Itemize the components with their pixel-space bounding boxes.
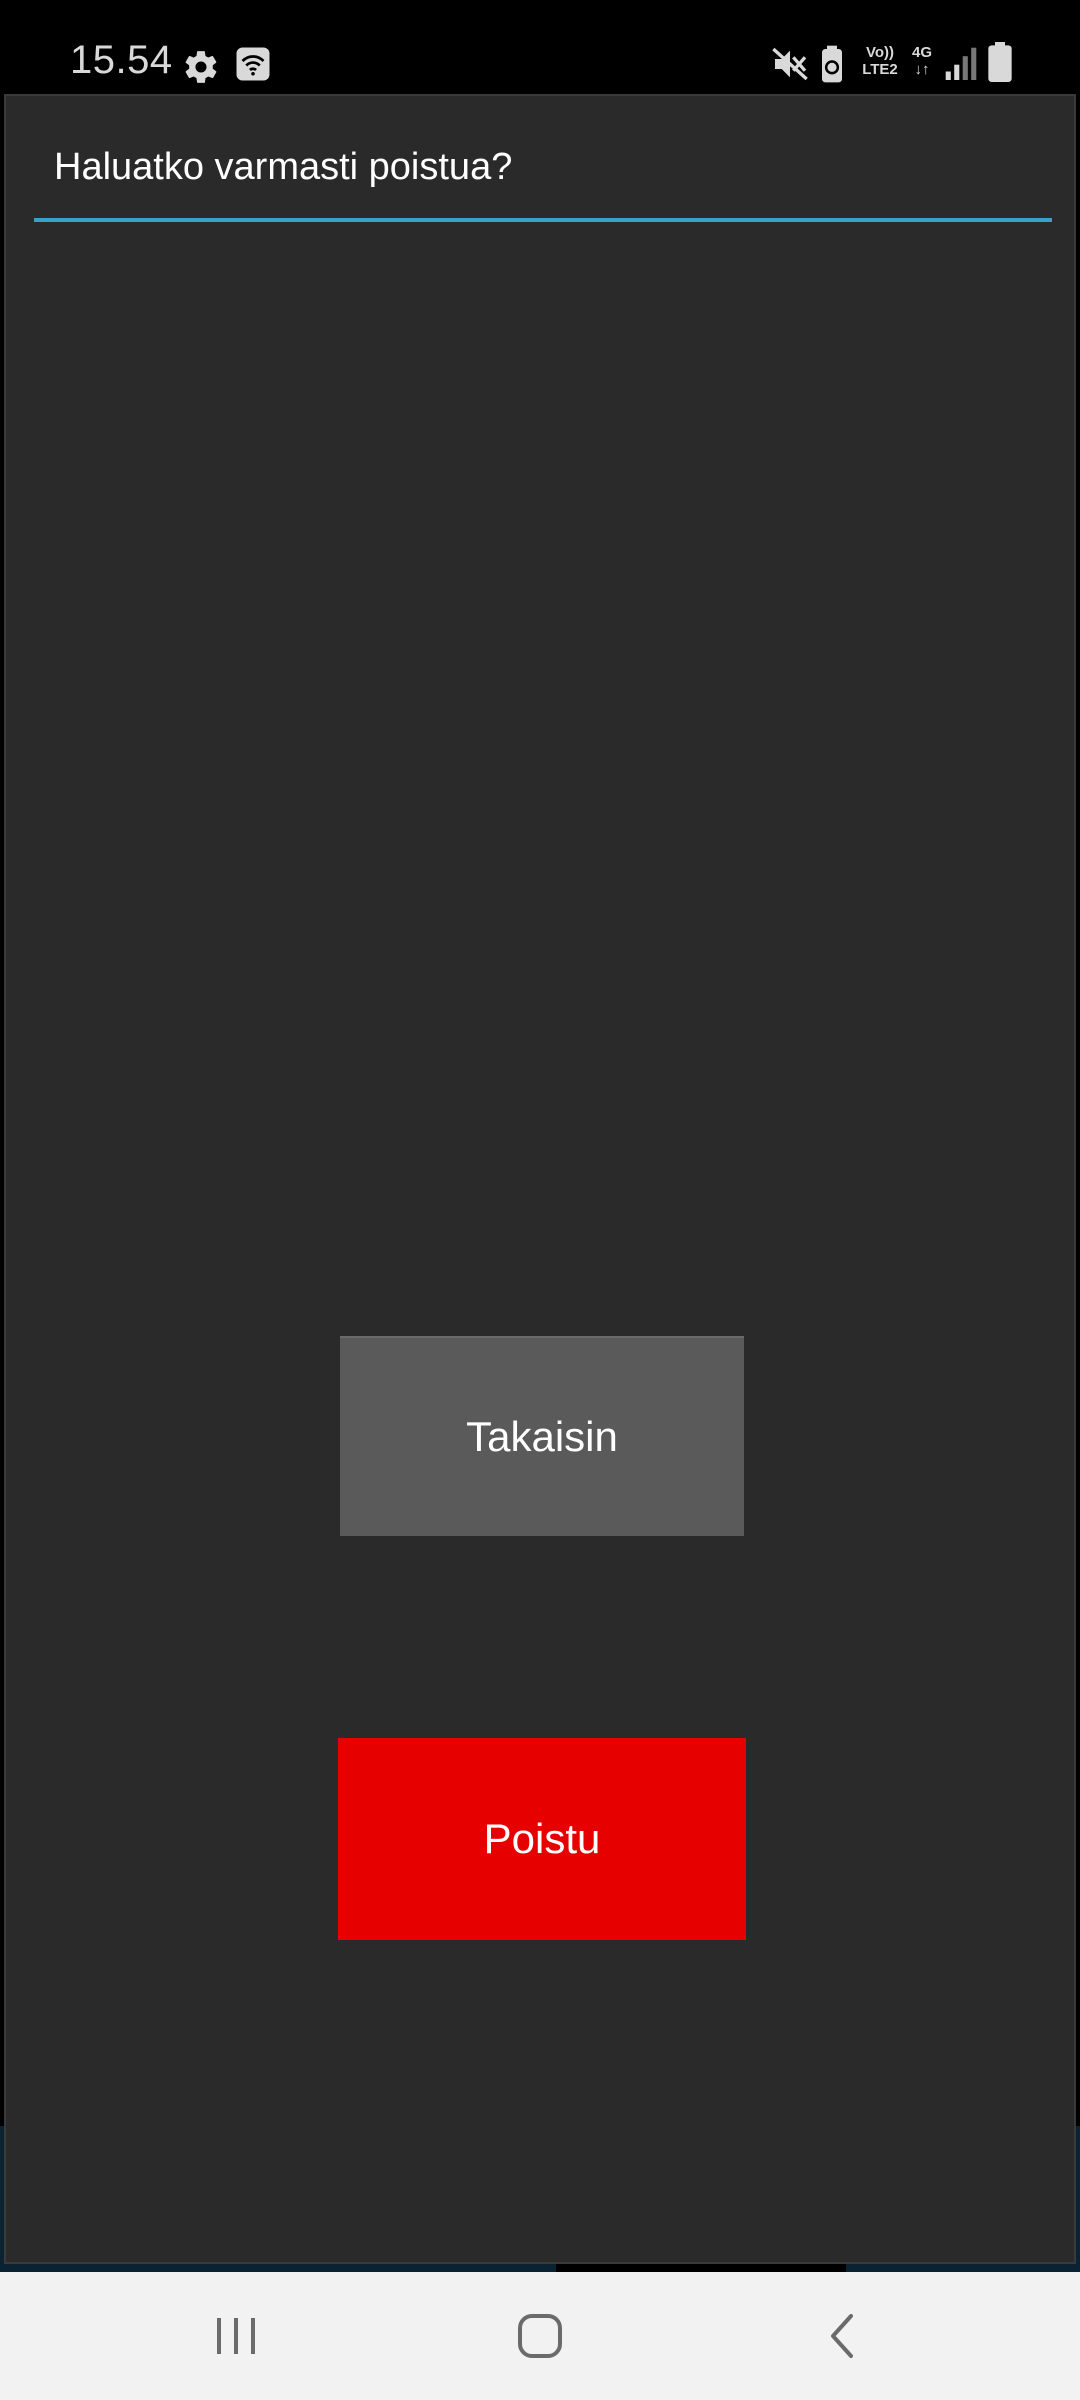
volte-icon: Vo)) LTE2 — [858, 44, 902, 84]
back-icon — [831, 2314, 853, 2358]
status-bar: 15.54 Vo)) LTE2 4G ↓↑ — [0, 0, 1080, 96]
screen: 15.54 Vo)) LTE2 4G ↓↑ Haluatko varmasti … — [0, 0, 1080, 2400]
4g-icon: 4G ↓↑ — [908, 44, 936, 84]
back-button[interactable]: Takaisin — [340, 1336, 744, 1536]
exit-button[interactable]: Poistu — [338, 1738, 746, 1940]
home-icon — [518, 2314, 562, 2358]
home-button[interactable] — [440, 2272, 640, 2400]
volte-line1: Vo)) — [865, 44, 895, 61]
volte-line2: LTE2 — [862, 61, 898, 78]
recents-icon — [217, 2318, 255, 2354]
dialog-title: Haluatko varmasti poistua? — [54, 146, 513, 188]
battery-icon — [988, 42, 1012, 82]
navigation-bar — [0, 2272, 1080, 2400]
recents-button[interactable] — [136, 2272, 336, 2400]
network-label: 4G — [911, 44, 932, 61]
signal-icon — [945, 47, 977, 80]
exit-dialog: Haluatko varmasti poistua? Takaisin Pois… — [4, 94, 1076, 2264]
dialog-divider — [34, 218, 1052, 222]
back-nav-button[interactable] — [742, 2272, 942, 2400]
data-arrows-icon: ↓↑ — [914, 61, 930, 78]
wifi-icon — [236, 47, 270, 81]
battery-saver-icon — [822, 45, 842, 83]
gear-icon — [185, 51, 217, 83]
status-time: 15.54 — [70, 38, 173, 82]
mute-icon — [772, 47, 808, 81]
